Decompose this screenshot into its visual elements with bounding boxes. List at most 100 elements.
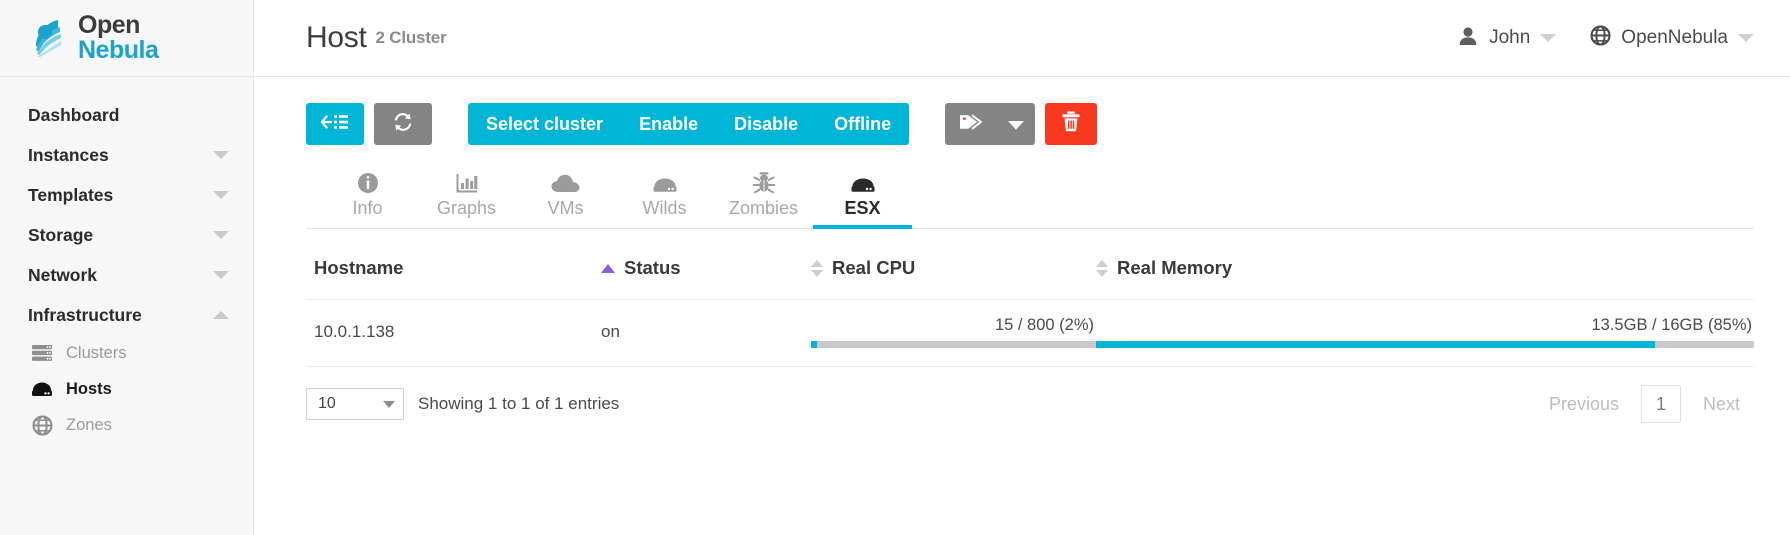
chevron-down-icon [213,151,229,159]
refresh-button[interactable] [374,103,432,145]
chevron-down-icon [213,271,229,279]
chevron-down-icon [1540,34,1557,42]
sidebar-item-label: Network [28,264,98,285]
sidebar-item-label: Zones [66,415,112,434]
column-label: Hostname [314,257,404,278]
memory-meter-track [1096,341,1754,348]
page-subtitle: 2 Cluster [375,28,447,47]
disable-button[interactable]: Disable [716,103,817,145]
delete-button[interactable] [1045,103,1098,145]
cpu-meter: 15 / 800 (2%) [811,316,1096,348]
memory-meter-fill [1096,341,1656,348]
pagination-next[interactable]: Next [1689,394,1754,415]
bug-icon [752,168,776,194]
page-title: Host [306,21,367,54]
tab-label: Zombies [728,198,799,218]
server-icon [651,168,679,194]
column-header-real-memory[interactable]: Real Memory [1096,235,1754,300]
logo-nebula-text: Nebula [78,36,159,64]
sidebar-item-templates[interactable]: Templates [0,175,253,215]
info-icon [357,168,379,194]
cell-status: on [601,299,811,367]
logo-open-text: Open [78,10,140,39]
page-length-select[interactable]: 10 [306,388,404,420]
sidebar-item-hosts[interactable]: Hosts [0,371,253,407]
state-button-group: Select cluster Enable Disable Offline [468,103,910,145]
tab-label: ESX [844,198,881,218]
offline-button[interactable]: Offline [816,103,910,145]
tag-button[interactable] [945,103,998,145]
tab-info[interactable]: Info [318,165,417,229]
select-cluster-button[interactable]: Select cluster [468,103,622,145]
sidebar-item-label: Hosts [66,379,112,398]
cpu-meter-track [811,341,1096,348]
tab-graphs[interactable]: Graphs [417,165,516,229]
column-header-hostname[interactable]: Hostname [306,235,601,300]
sort-ascending-icon [601,263,615,273]
cell-hostname: 10.0.1.138 [306,299,601,367]
tag-dropdown-button[interactable] [997,103,1036,145]
cpu-meter-label: 15 / 800 (2%) [994,316,1094,334]
enable-button[interactable]: Enable [621,103,717,145]
table-row[interactable]: 10.0.1.138 on 15 / 800 (2%) 13.5GB / 16G… [306,299,1754,367]
zone-menu[interactable]: OpenNebula [1590,25,1754,51]
opennebula-logo-icon [28,16,72,60]
tab-wilds[interactable]: Wilds [615,165,714,229]
tab-label: VMs [547,198,584,218]
cpu-meter-fill [811,341,817,348]
pagination-previous[interactable]: Previous [1535,394,1633,415]
chart-bar-icon [455,168,479,194]
sidebar-item-instances[interactable]: Instances [0,135,253,175]
user-menu[interactable]: John [1457,26,1557,51]
globe-icon [30,414,54,436]
sidebar-item-network[interactable]: Network [0,255,253,295]
tab-label: Wilds [642,198,687,218]
tab-label: Info [352,198,383,218]
globe-icon [1590,25,1611,51]
sidebar-item-infrastructure[interactable]: Infrastructure [0,295,253,335]
app-root: Open Nebula Dashboard Instances Template… [0,0,1790,535]
host-icon [30,379,54,399]
memory-meter: 13.5GB / 16GB (85%) [1096,316,1754,348]
sidebar-item-clusters[interactable]: Clusters [0,335,253,371]
table-header-row: Hostname Status Real CPU Real Memory [306,235,1754,300]
action-toolbar: Select cluster Enable Disable Offline [306,103,1754,145]
chevron-down-icon [1008,114,1025,135]
tag-button-group [945,103,1036,145]
chevron-down-icon [213,231,229,239]
showing-entries-text: Showing 1 to 1 of 1 entries [418,394,620,413]
cell-real-memory: 13.5GB / 16GB (85%) [1096,299,1754,367]
pagination: Previous 1 Next [1535,385,1754,423]
tab-label: Graphs [436,198,497,218]
sidebar: Open Nebula Dashboard Instances Template… [0,0,254,535]
back-to-list-button[interactable] [306,103,364,145]
top-bar-right: John OpenNebula [1457,25,1754,51]
user-icon [1457,26,1479,51]
cloud-icon [551,168,581,194]
zone-name: OpenNebula [1621,27,1728,48]
tab-esx[interactable]: ESX [813,165,912,229]
sidebar-item-label: Instances [28,144,109,165]
logo[interactable]: Open Nebula [0,0,253,77]
sort-both-icon [811,259,823,277]
chevron-down-icon [383,400,395,408]
tag-icon [958,112,984,137]
column-header-real-cpu[interactable]: Real CPU [811,235,1096,300]
column-label: Real CPU [832,257,916,278]
chevron-down-icon [213,191,229,199]
page-length-value: 10 [318,395,336,412]
table-body: 10.0.1.138 on 15 / 800 (2%) 13.5GB / 16G… [306,299,1754,367]
pagination-page-1[interactable]: 1 [1640,385,1681,423]
user-name: John [1489,27,1531,48]
back-list-icon [320,113,349,136]
trash-icon [1060,110,1082,138]
column-header-status[interactable]: Status [601,235,811,300]
main-area: Host 2 Cluster John OpenNebula Select cl… [254,0,1790,535]
tab-zombies[interactable]: Zombies [714,165,813,229]
sidebar-item-dashboard[interactable]: Dashboard [0,95,253,135]
sidebar-item-zones[interactable]: Zones [0,407,253,443]
tab-vms[interactable]: VMs [516,165,615,229]
sidebar-item-label: Storage [28,224,94,245]
sidebar-item-storage[interactable]: Storage [0,215,253,255]
content-area: Select cluster Enable Disable Offline In… [254,77,1790,423]
